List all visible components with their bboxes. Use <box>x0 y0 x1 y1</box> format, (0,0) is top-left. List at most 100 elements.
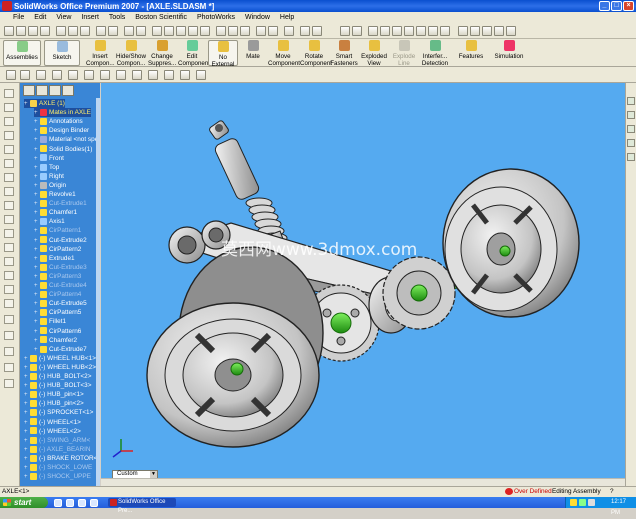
tray-icon-1[interactable] <box>570 499 577 506</box>
tree-item[interactable]: + CirPattern6 <box>34 327 81 336</box>
quicklaunch-folder-icon[interactable] <box>90 499 98 507</box>
sketch-tool-12-icon[interactable] <box>4 243 14 252</box>
tree-item[interactable]: + Chamfer2 <box>34 336 77 345</box>
solidworks-resources-icon[interactable] <box>627 97 635 105</box>
realview-icon[interactable] <box>196 70 206 80</box>
rectangle-icon[interactable] <box>380 26 390 36</box>
sketch-tool-1-icon[interactable] <box>4 89 14 98</box>
menu-help[interactable]: Help <box>279 14 295 21</box>
save-icon[interactable] <box>28 26 38 36</box>
sketch-icon[interactable] <box>340 26 350 36</box>
taskbar-solidworks-item[interactable]: SolidWorks Office Pre... <box>108 498 176 514</box>
rotate-component-button[interactable]: Rotate Component <box>300 40 332 67</box>
mirror-icon[interactable] <box>440 26 450 36</box>
tree-item[interactable]: + CirPattern3 <box>34 272 81 281</box>
tree-item[interactable]: + Cut-Extrude7 <box>34 345 87 354</box>
shadows-icon[interactable] <box>164 70 174 80</box>
sketch-tool-2-icon[interactable] <box>4 103 14 112</box>
sketch-tool-21-icon[interactable] <box>4 379 14 388</box>
hide-show-components-button[interactable]: Hide/Show Compon... <box>116 40 146 67</box>
sketch-tool-6-icon[interactable] <box>4 159 14 168</box>
sketch-tool-18-icon[interactable] <box>4 331 14 340</box>
view-normal-to-icon[interactable] <box>116 70 126 80</box>
tree-item[interactable]: + (-) HUB_pin<2> <box>24 399 84 408</box>
quicklaunch-ie-icon[interactable] <box>54 499 62 507</box>
tree-item[interactable]: + (-) WHEEL<2> <box>24 427 81 436</box>
view-palette-icon[interactable] <box>627 153 635 161</box>
tab-photoworks[interactable] <box>62 85 74 96</box>
cut-icon[interactable] <box>56 26 66 36</box>
tree-item[interactable]: + (-) SPROCKET<1> <box>24 408 93 417</box>
move-component-button[interactable]: Move Component <box>268 40 300 67</box>
volume-icon[interactable] <box>588 499 595 506</box>
measure-icon[interactable] <box>470 26 480 36</box>
sketch-tool-4-icon[interactable] <box>4 131 14 140</box>
sketch-tool-11-icon[interactable] <box>4 229 14 238</box>
tree-item[interactable]: + Front <box>34 154 64 163</box>
tree-item[interactable]: + CirPattern5 <box>34 308 81 317</box>
paste-icon[interactable] <box>80 26 90 36</box>
mass-properties-icon[interactable] <box>482 26 492 36</box>
undo-icon[interactable] <box>96 26 106 36</box>
edit-color-icon[interactable] <box>284 26 294 36</box>
tree-item[interactable]: + CirPattern4 <box>34 290 81 299</box>
tree-item[interactable]: + CirPattern2 <box>34 245 81 254</box>
view-front-icon[interactable] <box>6 70 16 80</box>
redo-icon[interactable] <box>108 26 118 36</box>
view-back-icon[interactable] <box>20 70 30 80</box>
tree-item[interactable]: + Material <not spe <box>34 135 98 144</box>
view-top-icon[interactable] <box>68 70 78 80</box>
tree-item[interactable]: + (-) WHEEL<1> <box>24 418 81 427</box>
open-icon[interactable] <box>16 26 26 36</box>
tree-item[interactable]: + AXLE (1) <box>24 99 65 108</box>
view-left-icon[interactable] <box>36 70 46 80</box>
rebuild-icon[interactable] <box>124 26 134 36</box>
tab-configuration-manager[interactable] <box>49 85 61 96</box>
menu-window[interactable]: Window <box>244 14 271 21</box>
sketch-tool-14-icon[interactable] <box>4 271 14 280</box>
tree-item[interactable]: + Mates in AXLE <box>34 108 91 118</box>
copy-icon[interactable] <box>68 26 78 36</box>
sketch-tool-13-icon[interactable] <box>4 257 14 266</box>
sketch-tool-10-icon[interactable] <box>4 215 14 224</box>
section-view-icon[interactable] <box>256 26 266 36</box>
tree-item[interactable]: + (-) WHEEL HUB<2> <box>24 363 96 372</box>
tree-item[interactable]: + Top <box>34 163 59 172</box>
photoworks-options-icon[interactable] <box>312 26 322 36</box>
zoom-area-icon[interactable] <box>164 26 174 36</box>
exploded-view-button[interactable]: Exploded View <box>360 40 388 67</box>
smart-fasteners-button[interactable]: Smart Fasteners <box>330 40 358 67</box>
smart-dimension-icon[interactable] <box>352 26 362 36</box>
standard-views-icon[interactable] <box>132 70 142 80</box>
sketch-tool-7-icon[interactable] <box>4 173 14 182</box>
tree-item[interactable]: + (-) HUB_BOLT<3> <box>24 381 91 390</box>
zoom-fit-icon[interactable] <box>152 26 162 36</box>
tree-item[interactable]: + (-) BRAKE ROTOR<2> <box>24 454 100 463</box>
menu-boston-scientific[interactable]: Boston Scientific <box>134 14 188 21</box>
display-style-icon[interactable] <box>148 70 158 80</box>
tree-item[interactable]: + Cut-Extrude5 <box>34 299 87 308</box>
tree-item[interactable]: + CirPattern1 <box>34 226 81 235</box>
sketch-tool-15-icon[interactable] <box>4 285 14 294</box>
tree-item[interactable]: + Extrude1 <box>34 254 75 263</box>
design-library-icon[interactable] <box>627 111 635 119</box>
tree-item[interactable]: + (-) WHEEL HUB<1> <box>24 354 96 363</box>
line-icon[interactable] <box>368 26 378 36</box>
circle-icon[interactable] <box>392 26 402 36</box>
zoom-in-out-icon[interactable] <box>176 26 186 36</box>
view-orientation-icon[interactable] <box>268 26 278 36</box>
simulation-button[interactable]: Simulation <box>492 40 526 66</box>
change-suppression-button[interactable]: Change Suppres... <box>148 40 176 67</box>
tree-item[interactable]: + (-) SHOCK_UPPE <box>24 472 91 481</box>
shaded-icon[interactable] <box>240 26 250 36</box>
rotate-view-icon[interactable] <box>188 26 198 36</box>
tree-scrollbar[interactable] <box>96 98 100 486</box>
sketch-tab-button[interactable]: Sketch <box>44 40 80 66</box>
sketch-tool-8-icon[interactable] <box>4 187 14 196</box>
tree-item[interactable]: + (-) AXLE_BEARIN <box>24 445 91 454</box>
sketch-tool-19-icon[interactable] <box>4 347 14 356</box>
view-isometric-icon[interactable] <box>100 70 110 80</box>
trim-icon[interactable] <box>428 26 438 36</box>
sketch-tool-16-icon[interactable] <box>4 299 14 308</box>
spline-icon[interactable] <box>416 26 426 36</box>
